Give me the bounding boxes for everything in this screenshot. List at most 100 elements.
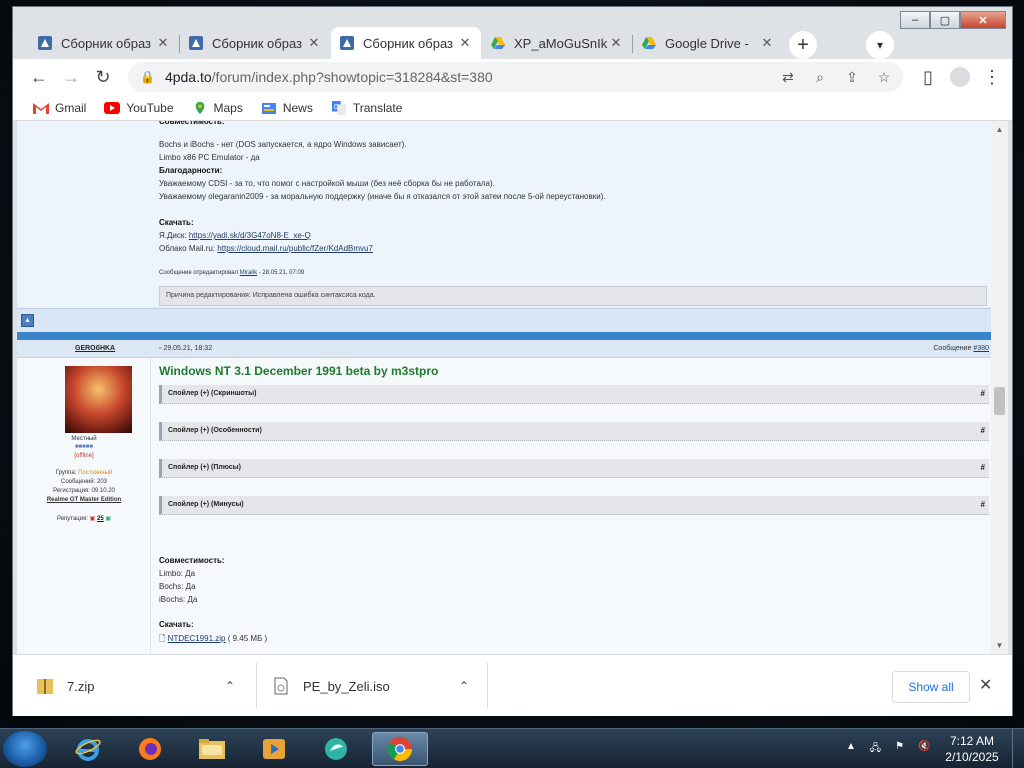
close-tab-icon[interactable]: ✕ bbox=[306, 35, 322, 51]
download-item-iso[interactable]: PE_by_Zeli.iso ⌃ bbox=[273, 665, 483, 707]
url-host: 4pda.to bbox=[164, 69, 212, 85]
arrow-left-icon: ← bbox=[30, 66, 48, 87]
close-tab-icon[interactable]: ✕ bbox=[759, 35, 775, 51]
close-tab-icon[interactable]: ✕ bbox=[457, 35, 473, 51]
post-number-line: Сообщение #380 bbox=[933, 345, 989, 352]
thanks-line: Уважаемому olegaranin2009 - за моральную… bbox=[159, 192, 606, 201]
menu-button[interactable]: ⋮ bbox=[980, 65, 1004, 89]
volume-muted-icon[interactable]: 🔇 bbox=[918, 741, 930, 758]
taskbar-firefox[interactable] bbox=[128, 732, 172, 766]
post-previous: Совместимость: Bochs и iBochs - нет (DOS… bbox=[17, 121, 991, 307]
google-drive-icon bbox=[642, 37, 656, 49]
page-viewport[interactable]: Совместимость: Bochs и iBochs - нет (DOS… bbox=[17, 121, 1008, 654]
download-item-7zip[interactable]: 7.zip ⌃ bbox=[37, 665, 247, 707]
profile-button[interactable] bbox=[948, 65, 972, 89]
tab-title: XP_aMoGuSnIk bbox=[514, 35, 608, 51]
spoiler-screenshots[interactable]: Спойлер (+) (Скриншоты) # bbox=[159, 385, 989, 404]
network-icon[interactable]: 🖧 bbox=[870, 741, 881, 758]
scroll-up-arrow[interactable]: ▲ bbox=[991, 121, 1008, 138]
bookmark-translate[interactable]: G Translate bbox=[331, 100, 402, 115]
scroll-thumb[interactable] bbox=[994, 387, 1005, 415]
post-date-line: ▫ 29.05.21, 18:32 bbox=[159, 345, 212, 352]
rank-stars: ■■■■■ bbox=[74, 444, 94, 450]
forward-button[interactable]: → bbox=[59, 65, 83, 89]
taskbar-app-teal[interactable] bbox=[314, 732, 358, 766]
bookmark-news[interactable]: News bbox=[261, 101, 313, 115]
post-date: 29.05.21, 18:32 bbox=[163, 345, 213, 352]
tray-expand-icon[interactable]: ▲ bbox=[846, 741, 856, 758]
taskbar-media-player[interactable] bbox=[252, 732, 296, 766]
post-author[interactable]: GEROбHKA bbox=[75, 345, 115, 352]
page-scrollbar[interactable]: ▲ ▼ bbox=[991, 121, 1008, 654]
taskbar-clock[interactable]: 7:12 AM 2/10/2025 bbox=[942, 733, 1002, 765]
scroll-top-button[interactable]: ▲ bbox=[21, 314, 34, 327]
reload-button[interactable]: ↻ bbox=[91, 65, 115, 89]
rep-minus-icon[interactable]: ▣ bbox=[90, 516, 96, 522]
show-desktop-button[interactable] bbox=[1012, 729, 1024, 768]
download-shelf: 7.zip ⌃ PE_by_Zeli.iso ⌃ Show all ✕ bbox=[13, 654, 1012, 716]
scroll-down-arrow[interactable]: ▼ bbox=[991, 637, 1008, 654]
rep-plus-icon[interactable]: ▣ bbox=[105, 516, 111, 522]
bookmark-youtube[interactable]: YouTube bbox=[104, 101, 174, 115]
translate-page-icon[interactable]: ⇄ bbox=[777, 66, 799, 88]
attachment-link[interactable]: NTDEC1991.zip bbox=[168, 634, 226, 643]
chrome-window: – ▢ ✕ Сборник образ ✕ Сборник образ ✕ Сб… bbox=[12, 6, 1013, 716]
chevron-up-icon[interactable]: ⌃ bbox=[225, 679, 235, 693]
news-icon bbox=[261, 102, 276, 114]
file-icon: 🗋 bbox=[159, 634, 166, 643]
author-device[interactable]: Realme GT Master Edition bbox=[17, 497, 151, 503]
spoiler-anchor[interactable]: # bbox=[981, 500, 985, 509]
compat-heading: Совместимость: bbox=[159, 556, 225, 565]
new-tab-button[interactable]: + bbox=[789, 31, 817, 59]
rep-value[interactable]: 25 bbox=[97, 516, 104, 522]
edited-user-link[interactable]: Miralik bbox=[240, 270, 257, 276]
spoiler-anchor[interactable]: # bbox=[981, 426, 985, 435]
side-panel-icon: ▯ bbox=[923, 66, 933, 87]
bookmark-gmail[interactable]: Gmail bbox=[33, 101, 86, 115]
post-header: GEROбHKA ▫ 29.05.21, 18:32 Сообщение #38… bbox=[17, 340, 991, 358]
close-shelf-icon[interactable]: ✕ bbox=[979, 675, 992, 695]
spoiler-anchor[interactable]: # bbox=[981, 389, 985, 398]
spoiler-cons[interactable]: Спойлер (+) (Минусы) # bbox=[159, 496, 989, 515]
mailru-link[interactable]: https://cloud.mail.ru/public/fZer/KdAdBm… bbox=[217, 244, 373, 253]
spoiler-pros[interactable]: Спойлер (+) (Плюсы) # bbox=[159, 459, 989, 478]
spoiler-features[interactable]: Спойлер (+) (Особенности) # bbox=[159, 422, 989, 441]
tab-4pda-active[interactable]: Сборник образ ✕ bbox=[331, 27, 481, 59]
share-icon[interactable]: ⇪ bbox=[841, 66, 863, 88]
url-path: /forum/index.php?showtopic=318284&st=380 bbox=[211, 69, 493, 85]
avatar[interactable] bbox=[65, 366, 132, 433]
tab-search-button[interactable]: ▾ bbox=[866, 31, 894, 59]
address-bar[interactable]: 🔒 4pda.to/forum/index.php?showtopic=3182… bbox=[128, 62, 903, 92]
taskbar-ie[interactable] bbox=[66, 732, 110, 766]
start-button[interactable] bbox=[3, 731, 47, 767]
spoiler-label: Спойлер (+) (Скриншоты) bbox=[168, 390, 257, 397]
taskbar-explorer[interactable] bbox=[190, 732, 234, 766]
thanks-line: Уважаемому CDSI - за то, что помог с нас… bbox=[159, 179, 495, 188]
tab-4pda-2[interactable]: Сборник образ ✕ bbox=[180, 27, 330, 59]
close-tab-icon[interactable]: ✕ bbox=[155, 35, 171, 51]
back-button[interactable]: ← bbox=[27, 65, 51, 89]
bookmark-label: Maps bbox=[213, 100, 243, 115]
spoiler-anchor[interactable]: # bbox=[981, 463, 985, 472]
close-tab-icon[interactable]: ✕ bbox=[608, 35, 624, 51]
side-panel-button[interactable]: ▯ bbox=[916, 65, 940, 89]
chevron-up-icon[interactable]: ⌃ bbox=[459, 679, 469, 693]
clock-date: 2/10/2025 bbox=[945, 750, 999, 764]
zoom-icon[interactable]: ⌕ bbox=[809, 66, 831, 88]
show-all-downloads-button[interactable]: Show all bbox=[892, 671, 970, 703]
compat-line: Limbo: Да bbox=[159, 569, 196, 578]
zip-folder-icon bbox=[37, 679, 53, 694]
post-number-link[interactable]: #380 bbox=[973, 345, 989, 352]
tab-google-drive-2[interactable]: Google Drive - ✕ bbox=[633, 27, 783, 59]
bookmark-star-icon[interactable]: ☆ bbox=[873, 66, 895, 88]
compat-line: Bochs: Да bbox=[159, 582, 196, 591]
tab-google-drive-1[interactable]: XP_aMoGuSnIk ✕ bbox=[482, 27, 632, 59]
tab-4pda-1[interactable]: Сборник образ ✕ bbox=[29, 27, 179, 59]
taskbar-chrome[interactable] bbox=[372, 732, 428, 766]
kebab-menu-icon: ⋮ bbox=[983, 66, 1001, 87]
action-center-flag-icon[interactable]: ⚑ bbox=[895, 741, 904, 758]
bookmark-maps[interactable]: Maps bbox=[192, 101, 243, 115]
yadisk-link[interactable]: https://yadi.sk/d/3G47oN8-E_xe-Q bbox=[189, 231, 311, 240]
edited-note: Сообщение отредактировал Miralik - 28.05… bbox=[159, 270, 304, 276]
chrome-icon bbox=[387, 737, 412, 762]
